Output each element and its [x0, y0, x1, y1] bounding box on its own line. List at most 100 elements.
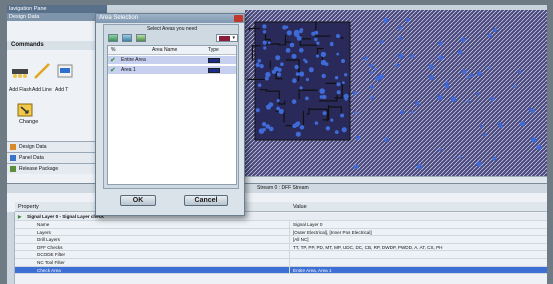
property-row[interactable]: NC Tool Filter	[15, 259, 547, 267]
property-row[interactable]: Drill Layers [All NC]	[15, 236, 547, 244]
value-column-header: Value	[293, 204, 307, 210]
ok-button[interactable]: OK	[120, 195, 156, 206]
area-row-area1[interactable]: ✔ Area 1	[108, 66, 236, 75]
pcb-pad	[255, 108, 260, 113]
pcb-pad	[528, 107, 533, 111]
pcb-pad	[469, 73, 474, 78]
pcb-pad	[341, 127, 347, 133]
horizontal-scrollbar[interactable]	[245, 176, 547, 183]
add-flash-icon	[12, 69, 28, 78]
property-key: DCODE Filter	[37, 252, 66, 258]
side-tab-strip[interactable]	[7, 212, 15, 284]
pcb-pad	[476, 161, 482, 167]
pcb-pad	[428, 64, 434, 70]
add-line-button[interactable]	[33, 63, 51, 79]
pcb-pad	[492, 156, 497, 161]
release-package-icon	[10, 166, 16, 172]
add-text-button[interactable]	[56, 63, 74, 79]
pcb-pad	[459, 155, 462, 159]
commands-header[interactable]: Commands	[7, 41, 107, 50]
property-row[interactable]: DCODE Filter	[15, 251, 547, 259]
property-row[interactable]: Layers [Outer Electrical], [Inner Pos Ele…	[15, 228, 547, 237]
add-flash-button[interactable]	[11, 63, 29, 79]
pcb-pad	[429, 75, 435, 80]
select-all-icon[interactable]	[108, 34, 118, 42]
menu-release-package[interactable]: Release Package	[7, 163, 107, 174]
area-row-entire[interactable]: ✔ Entire Area	[108, 56, 236, 65]
pcb-pad	[398, 25, 402, 30]
pcb-pad	[395, 63, 400, 68]
pcb-pad	[513, 84, 517, 88]
pcb-pad	[410, 110, 414, 114]
pcb-pad	[289, 42, 295, 48]
pcb-pad	[276, 106, 280, 111]
property-row[interactable]: Check Area Entire Area, Area 1	[15, 266, 547, 275]
area-list: % Area Name Type ✔ Entire Area ✔ Area 1	[107, 45, 237, 185]
pcb-pad	[520, 121, 526, 127]
pcb-pad	[444, 84, 450, 89]
pcb-pad	[305, 96, 309, 101]
panel-data-icon	[10, 155, 16, 161]
area-type-swatch	[208, 58, 220, 63]
pcb-pad	[276, 99, 280, 103]
change-button[interactable]	[17, 103, 33, 117]
property-value: [Outer Electrical], [Inner Pos Electrica…	[293, 229, 372, 235]
clear-selection-icon[interactable]	[136, 34, 146, 42]
pcb-pad	[320, 59, 327, 66]
pcb-pad	[398, 36, 403, 41]
check-icon[interactable]: ✔	[110, 56, 116, 65]
pcb-pad	[259, 64, 264, 69]
pcb-pad	[303, 58, 306, 62]
pcb-pad	[269, 126, 274, 132]
menu-release-package-label: Release Package	[19, 166, 59, 172]
pcb-pad	[517, 70, 521, 74]
pcb-pad	[286, 30, 292, 36]
pcb-pad	[479, 124, 483, 128]
pcb-pad	[356, 135, 361, 140]
property-row[interactable]: Name Signal Layer 0	[15, 221, 547, 229]
menu-panel-data[interactable]: Panel Data	[7, 152, 107, 163]
pcb-pad	[344, 73, 348, 77]
property-row[interactable]: DFF Checks TT, TP, PP, PD, MT, MP, UDC, D…	[15, 243, 547, 252]
change-icon	[17, 103, 33, 117]
pcb-pad	[466, 76, 470, 80]
pcb-canvas[interactable]	[245, 10, 547, 176]
add-line-icon	[34, 63, 50, 79]
check-icon[interactable]: ✔	[110, 66, 116, 75]
pcb-pad	[341, 59, 345, 63]
pcb-pad	[319, 95, 324, 99]
pcb-pad	[316, 41, 320, 45]
pcb-drawing	[245, 10, 547, 176]
pcb-pad	[497, 122, 501, 126]
expand-icon[interactable]: ▶	[18, 213, 22, 220]
pcb-pad	[299, 71, 305, 77]
pcb-pad	[344, 97, 348, 101]
pcb-pad	[255, 62, 260, 68]
invert-selection-icon[interactable]	[122, 34, 132, 42]
close-icon[interactable]	[234, 15, 243, 22]
pcb-pad	[336, 82, 341, 87]
pcb-pad	[476, 71, 482, 76]
property-value: Entire Area, Area 1	[293, 267, 332, 273]
pcb-pad	[299, 125, 305, 130]
pcb-pad	[280, 62, 284, 66]
menu-design-data[interactable]: Design Data	[7, 141, 107, 152]
pcb-pad	[334, 130, 339, 134]
pcb-pad	[262, 127, 266, 132]
cancel-button[interactable]: Cancel	[184, 195, 228, 206]
pcb-pad	[265, 104, 272, 110]
pcb-pad	[291, 99, 297, 104]
pcb-pad	[275, 67, 279, 70]
pcb-pad	[461, 69, 467, 75]
pcb-pad	[450, 96, 457, 102]
stream-title: Stream 0 : DFF Stream	[7, 184, 547, 193]
nav-pane-subtitle[interactable]: Design Data	[7, 13, 107, 21]
pcb-pad	[325, 126, 331, 131]
pcb-pad	[490, 97, 495, 102]
application-window: lavigation Pane Design Data Commands Add…	[7, 5, 547, 284]
add-flash-label: Add Flash	[9, 87, 32, 93]
pcb-pad	[322, 111, 327, 116]
pcb-pad	[264, 76, 269, 81]
pcb-pad	[354, 111, 358, 115]
layer-type-dropdown[interactable]: ▾	[216, 34, 238, 42]
